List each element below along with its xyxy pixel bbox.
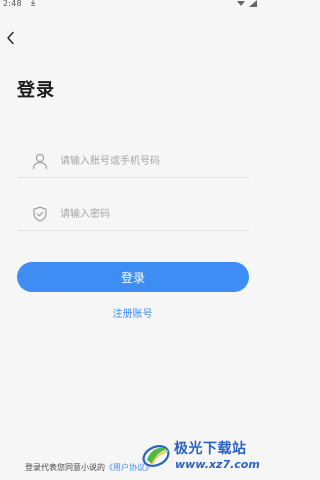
status-time: 2:48 — [3, 0, 22, 8]
account-field — [17, 147, 249, 178]
watermark-logo-icon — [142, 445, 170, 467]
watermark: 极光下载站 www.xz7.com — [141, 436, 261, 476]
register-link[interactable]: 注册账号 — [0, 305, 265, 320]
page-title: 登录 — [17, 80, 55, 101]
password-input[interactable] — [60, 204, 245, 224]
user-icon — [32, 153, 48, 169]
back-button[interactable] — [0, 26, 22, 50]
chevron-left-icon — [7, 31, 14, 45]
watermark-url: www.xz7.com — [175, 458, 260, 471]
login-button[interactable]: 登录 — [17, 262, 249, 292]
download-arrow-icon — [30, 0, 36, 6]
watermark-name: 极光下载站 — [174, 441, 247, 457]
login-screen: 2:48 登录 登录 注册账号 登录代表您同 — [0, 0, 265, 480]
password-field — [17, 200, 249, 231]
wifi-icon — [237, 1, 245, 6]
status-bar: 2:48 — [0, 0, 265, 12]
account-input[interactable] — [60, 151, 245, 171]
agreement-prefix: 登录代表您同意小说的 — [25, 463, 105, 472]
signal-icon — [249, 0, 257, 7]
status-icons — [237, 0, 257, 7]
shield-icon — [33, 206, 47, 222]
agreement-text: 登录代表您同意小说的《用户协议》 — [25, 462, 153, 473]
